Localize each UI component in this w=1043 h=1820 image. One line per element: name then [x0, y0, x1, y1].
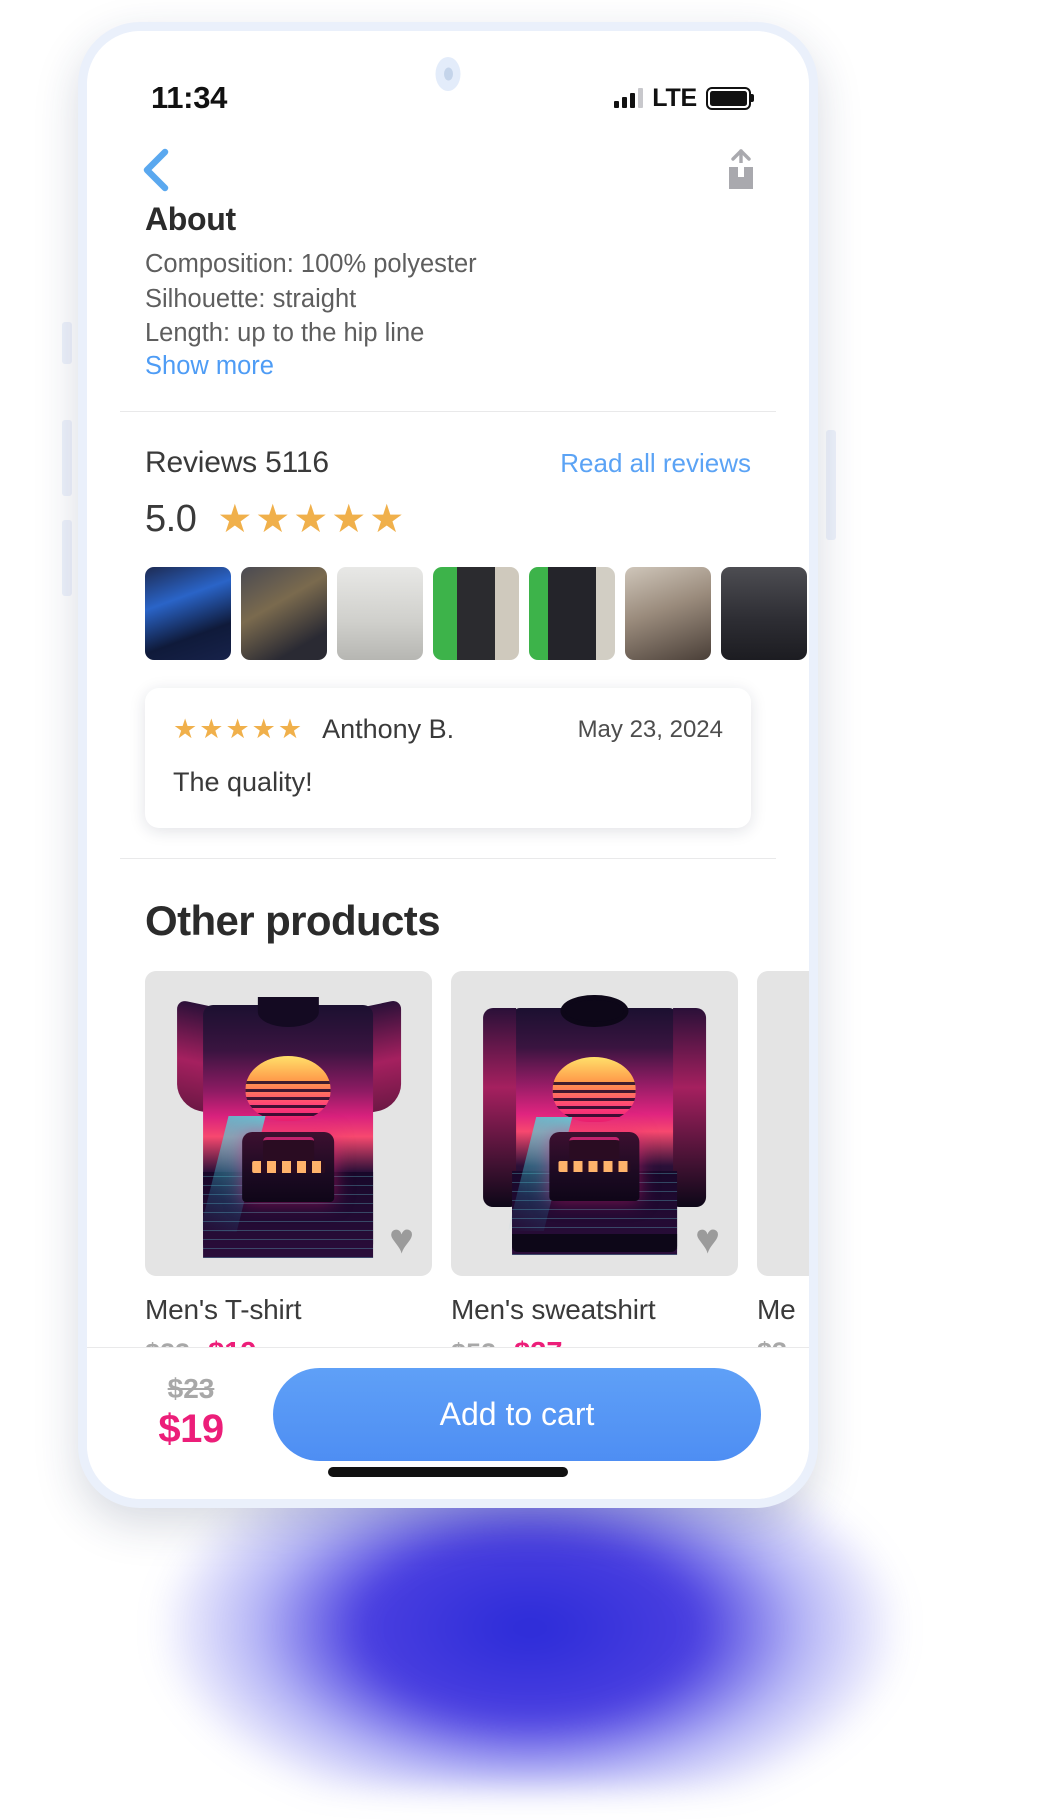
product-card-partial[interactable]: Me $3 — [757, 971, 809, 1370]
star-icon: ★ — [251, 714, 276, 745]
other-products-carousel[interactable]: ♥ Men's T-shirt $23 $19 — [87, 971, 809, 1370]
product-card[interactable]: ♥ Men's T-shirt $23 $19 — [145, 971, 432, 1370]
status-clock: 11:34 — [151, 80, 228, 115]
phone-side-button-volume-up[interactable] — [62, 420, 72, 496]
reviews-section: Reviews 5116 Read all reviews 5.0 ★ ★ ★ … — [87, 412, 809, 541]
featured-review-stars: ★ ★ ★ ★ ★ — [173, 716, 302, 743]
signal-bars-icon — [614, 88, 644, 108]
featured-review-header: ★ ★ ★ ★ ★ Anthony B. May 23, 2024 — [173, 714, 723, 745]
other-products-title: Other products — [145, 897, 441, 945]
heart-icon[interactable]: ♥ — [389, 1218, 414, 1260]
phone-screen: 11:34 LTE About Composition: 100% polyes… — [87, 31, 809, 1499]
review-photo-7[interactable] — [721, 567, 807, 661]
bottom-price-block: $23 $19 — [135, 1373, 247, 1456]
bottom-old-price: $23 — [167, 1373, 215, 1404]
review-photo-2[interactable] — [241, 567, 327, 661]
about-line-length: Length: up to the hip line — [145, 319, 425, 348]
home-indicator[interactable] — [328, 1467, 568, 1477]
review-photo-5[interactable] — [529, 567, 615, 661]
product-image[interactable] — [757, 971, 809, 1277]
status-indicators: LTE — [614, 84, 751, 113]
rating-stars: ★ ★ ★ ★ ★ — [217, 500, 404, 539]
phone-frame: 11:34 LTE About Composition: 100% polyes… — [78, 22, 818, 1508]
bottom-new-price: $19 — [158, 1407, 224, 1451]
about-line-silhouette: Silhouette: straight — [145, 284, 357, 313]
star-icon: ★ — [369, 498, 405, 542]
about-title: About — [145, 201, 236, 237]
read-all-reviews-link[interactable]: Read all reviews — [560, 448, 751, 479]
review-photo-1[interactable] — [145, 567, 231, 661]
review-photo-6[interactable] — [625, 567, 711, 661]
star-icon: ★ — [293, 498, 329, 542]
add-to-cart-button[interactable]: Add to cart — [273, 1368, 761, 1461]
share-icon[interactable] — [723, 149, 759, 191]
heart-icon[interactable]: ♥ — [695, 1218, 720, 1260]
phone-side-button-power[interactable] — [826, 430, 836, 540]
rating-value: 5.0 — [145, 498, 197, 541]
review-photos-carousel[interactable] — [87, 567, 809, 661]
product-detail-scroll[interactable]: About Composition: 100% polyester Silhou… — [87, 201, 809, 1401]
product-name: Men's sweatshirt — [451, 1294, 656, 1326]
product-card[interactable]: ♥ Men's sweatshirt $52 $37 — [451, 971, 738, 1370]
back-chevron-icon[interactable] — [139, 148, 173, 192]
reviews-title: Reviews 5116 — [145, 446, 329, 480]
product-name: Me — [757, 1294, 796, 1326]
reviews-header: Reviews 5116 Read all reviews — [145, 412, 751, 480]
navigation-bar — [87, 139, 809, 201]
featured-review-date: May 23, 2024 — [577, 715, 723, 743]
show-more-link[interactable]: Show more — [145, 352, 274, 381]
review-photo-4[interactable] — [433, 567, 519, 661]
battery-full-icon — [706, 86, 751, 110]
star-icon: ★ — [217, 498, 253, 542]
about-line-composition: Composition: 100% polyester — [145, 250, 477, 278]
front-camera-icon — [435, 57, 461, 91]
product-image[interactable]: ♥ — [451, 971, 738, 1277]
review-photo-3[interactable] — [337, 567, 423, 661]
star-icon: ★ — [331, 498, 367, 542]
rating-row: 5.0 ★ ★ ★ ★ ★ — [145, 498, 751, 541]
screenshot-stage: 11:34 LTE About Composition: 100% polyes… — [0, 0, 1043, 1820]
star-icon: ★ — [173, 714, 198, 745]
network-label: LTE — [652, 83, 697, 112]
phone-side-button-silent[interactable] — [62, 322, 72, 364]
product-name: Men's T-shirt — [145, 1294, 302, 1326]
product-image[interactable]: ♥ — [145, 971, 432, 1277]
featured-review-text: The quality! — [173, 767, 313, 798]
star-icon: ★ — [199, 714, 224, 745]
star-icon: ★ — [277, 714, 303, 745]
featured-review-card[interactable]: ★ ★ ★ ★ ★ Anthony B. May 23, 2024 The qu… — [145, 688, 751, 829]
about-section: About Composition: 100% polyester Silhou… — [87, 201, 809, 381]
featured-review-author: Anthony B. — [322, 714, 455, 745]
star-icon: ★ — [255, 498, 291, 542]
phone-side-button-volume-down[interactable] — [62, 520, 72, 596]
star-icon: ★ — [225, 714, 250, 745]
